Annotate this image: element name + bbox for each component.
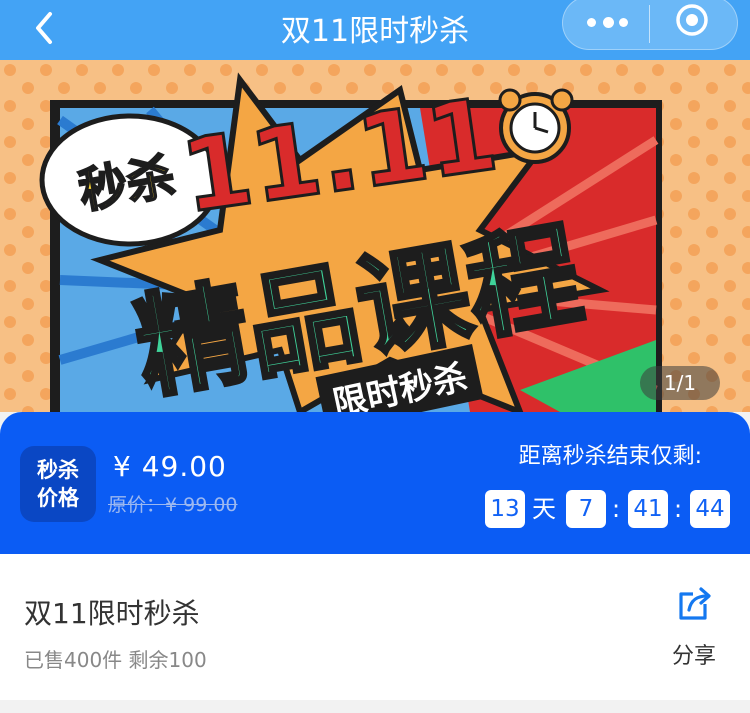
more-dots-icon[interactable] — [587, 15, 631, 28]
countdown-hours: 7 — [566, 490, 606, 528]
countdown-separator: : — [674, 495, 683, 523]
flash-sale-bar: 秒杀 价格 ¥ 49.00 原价：¥ 99.00 距离秒杀结束仅剩: 13 天 … — [0, 412, 750, 554]
tag-line-1: 秒杀 — [37, 458, 79, 482]
sale-price: ¥ 49.00 — [113, 450, 227, 483]
navigation-bar: 双11限时秒杀 — [0, 0, 750, 60]
share-button[interactable]: 分享 — [672, 638, 716, 670]
share-arrow-icon[interactable] — [675, 584, 715, 624]
countdown-days-unit: 天 — [532, 495, 556, 523]
countdown-seconds: 44 — [690, 490, 730, 528]
banner-pager: 1/1 — [640, 366, 720, 400]
countdown-days: 13 — [485, 490, 525, 528]
tag-line-2: 价格 — [37, 486, 79, 510]
mini-program-capsule — [562, 0, 738, 50]
capsule-divider — [649, 5, 650, 43]
original-price: 原价：¥ 99.00 — [108, 494, 238, 516]
flash-sale-tag: 秒杀 价格 — [20, 446, 96, 522]
product-info: 双11限时秒杀 已售400件 剩余100 分享 — [0, 554, 750, 700]
countdown-label: 距离秒杀结束仅剩: — [518, 444, 702, 469]
product-title: 双11限时秒杀 — [24, 597, 200, 630]
countdown-separator: : — [612, 495, 621, 523]
target-circle-icon[interactable] — [675, 3, 708, 36]
promo-banner[interactable]: 秒杀 11.11 精品课程 限时秒杀 — [0, 60, 750, 412]
product-sales-info: 已售400件 剩余100 — [24, 648, 207, 672]
countdown-minutes: 41 — [628, 490, 668, 528]
